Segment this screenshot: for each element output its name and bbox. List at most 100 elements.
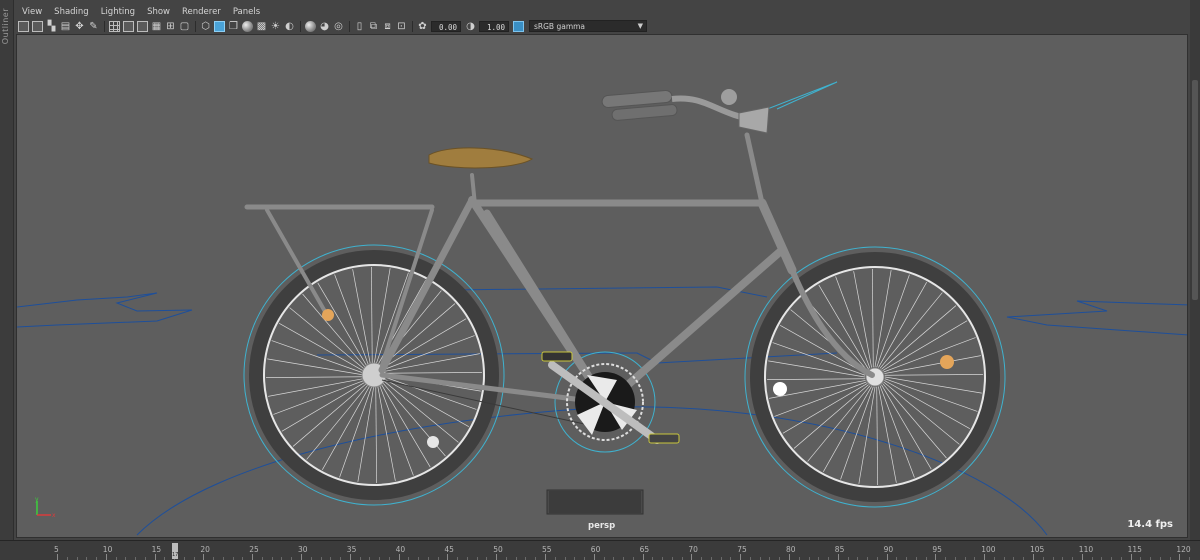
timeline-tick-label: 55 — [542, 545, 552, 554]
gamma-icon[interactable]: ◑ — [465, 21, 476, 32]
pedal-left — [541, 351, 573, 362]
spoke — [292, 382, 368, 447]
menu-view[interactable]: View — [16, 5, 48, 19]
color-space-value: sRGB gamma — [534, 22, 586, 31]
gate-mask-icon[interactable]: ▦ — [151, 21, 162, 32]
spoke — [872, 269, 874, 368]
wireframe-icon[interactable]: ⬡ — [200, 21, 211, 32]
flat-shade-icon[interactable] — [242, 20, 253, 32]
bounding-box-icon[interactable]: ❒ — [228, 21, 239, 32]
menu-renderer[interactable]: Renderer — [176, 5, 227, 19]
isolate-select-icon[interactable]: ⧉ — [368, 21, 379, 32]
two-d-pan-icon[interactable]: ✥ — [74, 21, 85, 32]
time-slider[interactable]: 5 10 15 20 25 30 35 40 45 50 55 60 65 70 75 80 85 90 95 100… — [0, 540, 1200, 560]
textured-icon[interactable]: ▩ — [256, 21, 267, 32]
timeline-tick — [1081, 554, 1083, 560]
outliner-label: Outliner — [1, 8, 10, 45]
timeline-tick-label: 60 — [590, 545, 601, 554]
spoke — [882, 383, 947, 459]
toolbar-separator — [412, 20, 413, 32]
current-frame: 17 — [172, 552, 179, 558]
timeline-tick-label: 105 — [1030, 545, 1045, 554]
timeline-tick — [837, 554, 839, 560]
timeline-tick-label: 50 — [493, 545, 503, 554]
resolution-gate-icon[interactable] — [137, 20, 148, 32]
camera-name: persp — [588, 521, 616, 531]
lighting-icon[interactable]: ☀ — [270, 21, 281, 32]
camera-attributes-icon[interactable] — [32, 20, 43, 32]
ambient-occlusion-icon[interactable] — [305, 20, 316, 32]
timeline-tick-label: 70 — [688, 545, 698, 554]
spoke — [267, 358, 365, 376]
timeline-tick — [935, 554, 937, 560]
toolbar-separator — [195, 20, 196, 32]
film-gate-icon[interactable] — [123, 20, 134, 32]
timeline-tick-label: 85 — [834, 545, 845, 554]
depth-of-field-icon[interactable]: ▯ — [354, 21, 365, 32]
smooth-shade-icon[interactable] — [214, 20, 225, 32]
grid-icon[interactable] — [109, 20, 120, 32]
timeline-tick-label: 100 — [981, 545, 996, 554]
panel-scrollbar[interactable] — [1190, 0, 1200, 540]
exposure-icon[interactable]: ✿ — [417, 21, 428, 32]
toolbar-separator — [300, 20, 301, 32]
motion-blur-icon[interactable]: ◕ — [319, 21, 330, 32]
menu-shading[interactable]: Shading — [48, 5, 95, 19]
timeline-tick — [593, 554, 595, 560]
timeline-tick — [740, 554, 742, 560]
anti-aliasing-icon[interactable]: ◎ — [333, 21, 344, 32]
timeline-tick — [1130, 554, 1132, 560]
timeline-tick — [447, 554, 449, 560]
timeline-tick — [154, 554, 156, 560]
light-locator-orange — [940, 355, 954, 369]
timeline-tick — [1179, 554, 1181, 560]
spoke — [884, 376, 982, 394]
grease-pencil-icon[interactable]: ✎ — [88, 21, 99, 32]
back-curve — [446, 286, 768, 298]
left-curve — [17, 292, 193, 328]
stem — [744, 132, 765, 206]
timeline-tick — [984, 554, 986, 560]
bell-lamp — [738, 106, 770, 134]
timeline-tick-label: 25 — [249, 545, 259, 554]
scrollbar-thumb[interactable] — [1192, 80, 1198, 300]
timeline-tick-label: 40 — [395, 545, 406, 554]
axis-y-label: y — [35, 497, 39, 503]
timeline-tick-label: 45 — [444, 545, 454, 554]
shadows-icon[interactable]: ◐ — [284, 21, 295, 32]
spoke — [878, 386, 897, 483]
spoke — [853, 271, 872, 368]
timeline-tick — [886, 554, 888, 560]
right-curve — [1006, 300, 1187, 336]
timeline-tick-label: 75 — [737, 545, 747, 554]
perspective-viewport[interactable]: y x persp 14.4 fps — [16, 34, 1188, 538]
image-plane-icon[interactable]: ▤ — [60, 21, 71, 32]
bookmark-icon[interactable]: ▚ — [46, 21, 57, 32]
timeline-tick — [203, 554, 205, 560]
chevron-down-icon: ▼ — [637, 22, 643, 30]
camera-select-icon[interactable] — [18, 20, 29, 32]
outliner-tab[interactable]: Outliner — [0, 0, 14, 540]
toolbar-separator — [104, 20, 105, 32]
field-chart-icon[interactable]: ⊞ — [165, 21, 176, 32]
timeline-tick — [545, 554, 546, 560]
safe-action-icon[interactable]: ▢ — [179, 21, 190, 32]
timeline-tick — [642, 554, 644, 560]
timeline-tick-label: 10 — [102, 545, 113, 554]
timeline-tick-label: 5 — [54, 545, 59, 554]
timeline-tick — [105, 554, 107, 560]
timeline-tick-label: 80 — [786, 545, 796, 554]
xray-joints-icon[interactable]: ⊡ — [396, 21, 407, 32]
menu-show[interactable]: Show — [141, 5, 176, 19]
toolbar-separator — [349, 20, 350, 32]
color-management-icon[interactable] — [513, 20, 524, 32]
spoke — [302, 293, 367, 369]
timeline-tick-label: 35 — [346, 545, 357, 554]
menu-lighting[interactable]: Lighting — [95, 5, 141, 19]
light-locator-white — [427, 436, 439, 448]
exposure-field[interactable]: 0.00 — [431, 20, 461, 32]
gamma-field[interactable]: 1.00 — [479, 20, 509, 32]
color-space-dropdown[interactable]: sRGB gamma ▼ — [529, 20, 647, 32]
xray-icon[interactable]: ⧈ — [382, 21, 393, 32]
menu-panels[interactable]: Panels — [227, 5, 266, 19]
